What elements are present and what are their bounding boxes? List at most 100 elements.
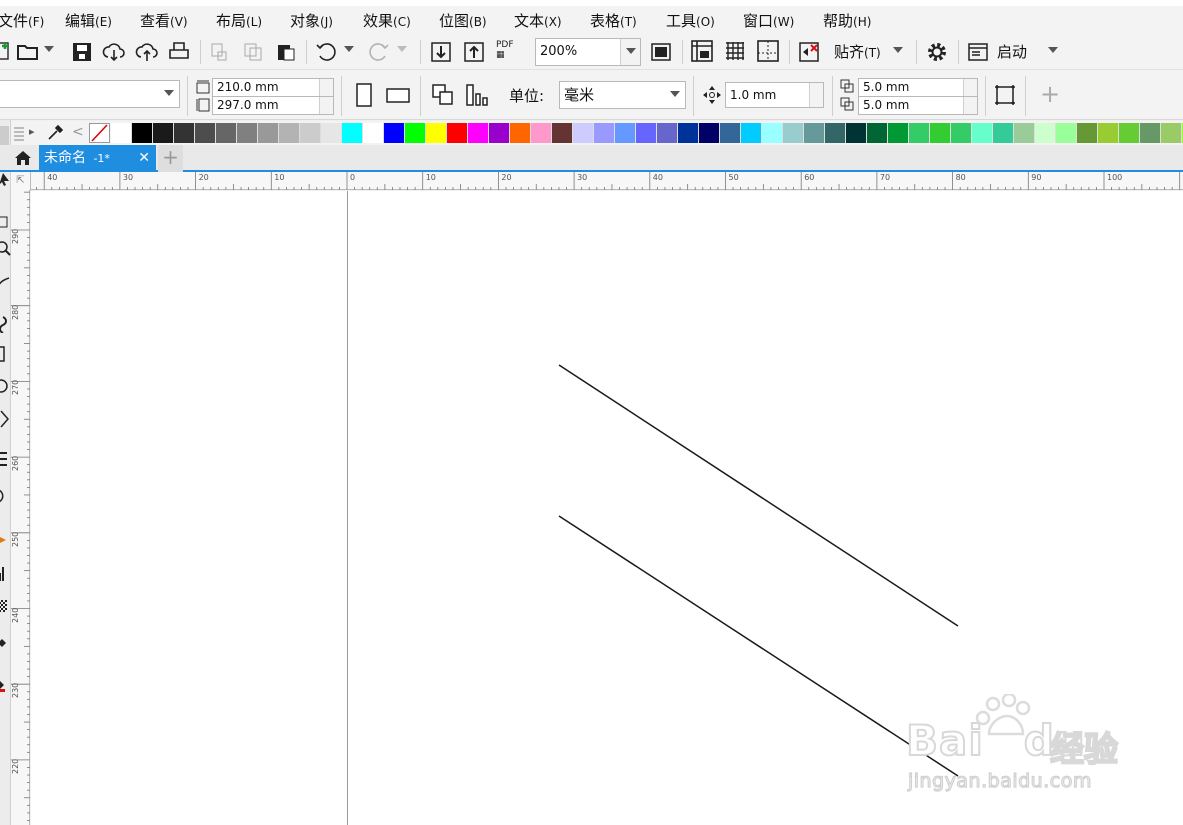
redo-icon[interactable] (367, 40, 391, 64)
color-swatch[interactable] (405, 123, 426, 143)
interactive-fill-tool-icon[interactable] (0, 532, 11, 548)
blend-tool-icon[interactable] (0, 565, 11, 583)
save-icon[interactable] (70, 40, 94, 64)
color-swatch[interactable] (363, 123, 384, 143)
color-swatch[interactable] (699, 123, 720, 143)
paste-icon[interactable] (274, 40, 298, 64)
color-eyedropper-tool-icon[interactable] (0, 635, 11, 651)
close-tab-icon[interactable]: ✕ (138, 145, 150, 172)
color-swatch[interactable] (384, 123, 405, 143)
color-swatch[interactable] (426, 123, 447, 143)
current-page-icon[interactable] (464, 82, 490, 108)
show-rulers-icon[interactable] (690, 39, 714, 63)
options-gear-icon[interactable] (925, 40, 949, 64)
pick-tool-icon[interactable] (0, 172, 11, 186)
artistic-media-tool-icon[interactable] (0, 315, 11, 333)
transparency-tool-icon[interactable] (0, 598, 11, 614)
full-screen-preview-icon[interactable] (649, 40, 673, 64)
redo-dropdown-chevron-icon[interactable] (397, 44, 407, 54)
polygon-tool-icon[interactable] (0, 410, 11, 428)
document-tab[interactable]: 未命名 -1* ✕ (39, 145, 156, 172)
color-swatch[interactable] (321, 123, 342, 143)
color-swatch[interactable] (1098, 123, 1119, 143)
portrait-orientation-icon[interactable] (352, 82, 376, 108)
color-swatch[interactable] (132, 123, 153, 143)
color-swatch[interactable] (342, 123, 363, 143)
color-swatch[interactable] (573, 123, 594, 143)
menu-window[interactable]: 窗口(W) (743, 10, 794, 31)
parallel-dimension-tool-icon[interactable] (0, 488, 11, 504)
color-swatch[interactable] (1140, 123, 1161, 143)
add-toolbar-icon[interactable]: + (1040, 80, 1060, 108)
duplicate-x-field[interactable]: 5.0 mm (858, 78, 978, 97)
color-swatch[interactable] (783, 123, 804, 143)
menu-table[interactable]: 表格(T) (590, 10, 637, 31)
nudge-distance-field[interactable]: 1.0 mm (725, 82, 824, 108)
color-swatch[interactable] (1056, 123, 1077, 143)
color-swatch[interactable] (1077, 123, 1098, 143)
color-swatch[interactable] (237, 123, 258, 143)
menu-layout[interactable]: 布局(L) (216, 10, 262, 31)
palette-grip-icon[interactable] (14, 125, 24, 141)
snap-to-menu[interactable]: 贴齐(T) (834, 41, 881, 62)
treat-as-filled-icon[interactable] (993, 83, 1017, 107)
menu-bitmap[interactable]: 位图(B) (439, 10, 487, 31)
fill-tool-icon[interactable] (0, 675, 11, 693)
no-fill-swatch[interactable] (89, 123, 110, 143)
menu-help[interactable]: 帮助(H) (823, 10, 871, 31)
eyedropper-icon[interactable] (46, 124, 64, 142)
export-icon[interactable] (462, 40, 486, 64)
color-swatch[interactable] (657, 123, 678, 143)
copy-icon[interactable] (241, 40, 265, 64)
color-swatch[interactable] (930, 123, 951, 143)
open-folder-icon[interactable] (16, 40, 40, 64)
color-swatch[interactable] (825, 123, 846, 143)
color-swatch[interactable] (720, 123, 741, 143)
color-swatch[interactable] (678, 123, 699, 143)
color-swatch[interactable] (951, 123, 972, 143)
launch-dropdown-chevron-icon[interactable] (1048, 46, 1058, 56)
print-icon[interactable] (167, 40, 191, 64)
undo-icon[interactable] (314, 40, 338, 64)
text-tool-icon[interactable] (0, 450, 11, 468)
color-swatch[interactable] (195, 123, 216, 143)
color-swatch[interactable] (468, 123, 489, 143)
menu-file[interactable]: 文件(F) (0, 10, 44, 31)
zoom-tool-icon[interactable] (0, 240, 11, 256)
duplicate-y-spinner[interactable] (963, 97, 977, 114)
duplicate-x-spinner[interactable] (963, 79, 977, 96)
color-swatch[interactable] (300, 123, 321, 143)
color-swatch[interactable] (909, 123, 930, 143)
undo-dropdown-chevron-icon[interactable] (344, 44, 354, 54)
palette-menu-arrow-icon[interactable]: ▸ (29, 125, 35, 138)
vertical-ruler[interactable]: 290 280 270 260 250 240 230 220 (11, 190, 30, 825)
color-swatch[interactable] (636, 123, 657, 143)
color-swatch[interactable] (972, 123, 993, 143)
color-swatch[interactable] (1161, 123, 1182, 143)
menu-tools[interactable]: 工具(O) (666, 10, 715, 31)
color-swatch[interactable] (552, 123, 573, 143)
color-swatch[interactable] (111, 123, 132, 143)
units-dropdown-button[interactable] (665, 82, 685, 108)
color-swatch[interactable] (615, 123, 636, 143)
launch-menu-label[interactable]: 启动 (997, 41, 1027, 62)
color-swatch[interactable] (594, 123, 615, 143)
color-swatch[interactable] (888, 123, 909, 143)
palette-scroll-left-icon[interactable]: < (72, 124, 84, 140)
menu-object[interactable]: 对象(J) (290, 10, 333, 31)
color-swatch[interactable] (153, 123, 174, 143)
menu-text[interactable]: 文本(X) (514, 10, 562, 31)
nudge-distance-spinner[interactable] (809, 83, 823, 107)
ruler-origin-icon[interactable]: ⇱ (11, 172, 31, 191)
menu-effects[interactable]: 效果(C) (363, 10, 411, 31)
show-guidelines-icon[interactable] (756, 39, 780, 63)
shape-tool-icon[interactable] (0, 215, 11, 231)
color-swatch[interactable] (804, 123, 825, 143)
units-combo[interactable]: 毫米 (559, 81, 686, 109)
color-swatch[interactable] (258, 123, 279, 143)
color-swatch[interactable] (1014, 123, 1035, 143)
page-height-spinner[interactable] (319, 97, 333, 114)
color-swatch[interactable] (1035, 123, 1056, 143)
snap-off-icon[interactable] (797, 40, 821, 64)
color-swatch[interactable] (489, 123, 510, 143)
